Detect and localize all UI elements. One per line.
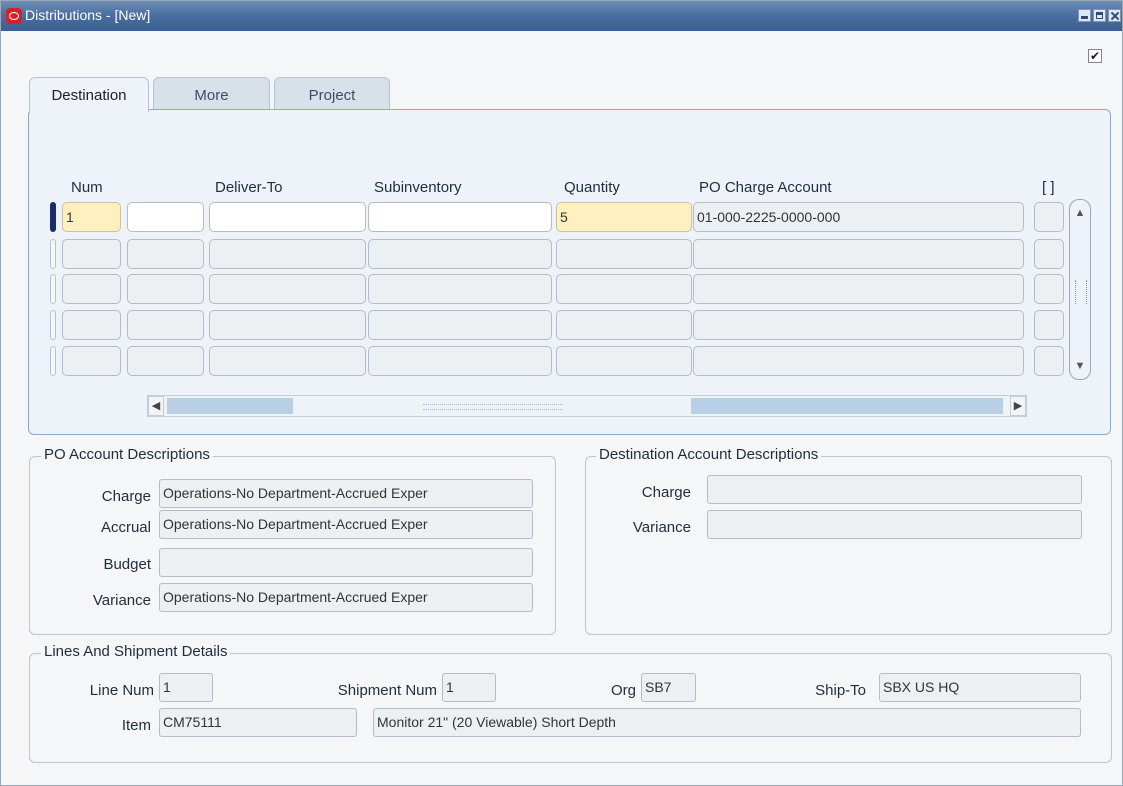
ship-to-field[interactable]: SBX US HQ — [879, 673, 1081, 702]
po-variance-description-field[interactable]: Operations-No Department-Accrued Exper — [159, 583, 533, 612]
column-header-quantity: Quantity — [564, 179, 620, 196]
maximize-icon[interactable] — [1093, 9, 1106, 22]
scroll-grip-icon[interactable] — [1075, 280, 1087, 304]
tab-more[interactable]: More — [153, 77, 270, 112]
table-cell-num[interactable] — [62, 346, 121, 376]
tab-destination[interactable]: Destination — [29, 77, 149, 112]
table-cell-po-charge-account[interactable] — [693, 274, 1024, 304]
column-header-extra: [ ] — [1042, 179, 1055, 196]
item-description-field[interactable]: Monitor 21" (20 Viewable) Short Depth — [373, 708, 1081, 737]
horizontal-scrollbar[interactable]: ◀ ▶ — [147, 395, 1027, 417]
table-cell-po-charge-account[interactable] — [693, 310, 1024, 340]
tab-project[interactable]: Project — [274, 77, 390, 112]
table-cell-quantity[interactable]: 5 — [556, 202, 692, 232]
org-field[interactable]: SB7 — [641, 673, 696, 702]
table-cell-subinventory[interactable] — [368, 274, 552, 304]
scroll-grip-horizontal-icon[interactable] — [423, 404, 563, 410]
distributions-window: Distributions - [New] ✔ Destination More… — [0, 0, 1123, 786]
table-cell-num[interactable]: 1 — [62, 202, 121, 232]
table-cell-quantity[interactable] — [556, 239, 692, 269]
po-charge-label: Charge — [101, 488, 151, 505]
close-icon[interactable] — [1108, 9, 1121, 22]
current-row-indicator[interactable] — [50, 202, 56, 232]
destination-variance-label: Variance — [632, 519, 691, 536]
window-title: Distributions - [New] — [25, 7, 151, 23]
row-indicator[interactable] — [50, 239, 56, 269]
po-accrual-description-field[interactable]: Operations-No Department-Accrued Exper — [159, 510, 533, 539]
table-cell-blank[interactable] — [127, 239, 204, 269]
line-num-label: Line Num — [89, 682, 154, 699]
po-accrual-label: Accrual — [100, 519, 151, 536]
scroll-up-icon[interactable]: ▲ — [1074, 207, 1086, 219]
table-cell-blank[interactable] — [127, 346, 204, 376]
top-checkbox[interactable]: ✔ — [1088, 49, 1102, 63]
po-variance-label: Variance — [92, 592, 151, 609]
lines-and-shipment-details-legend: Lines And Shipment Details — [41, 643, 231, 660]
po-budget-description-field[interactable] — [159, 548, 533, 577]
table-cell-extra[interactable] — [1034, 274, 1064, 304]
row-indicator[interactable] — [50, 274, 56, 304]
ship-to-label: Ship-To — [815, 682, 866, 699]
row-indicator[interactable] — [50, 310, 56, 340]
table-cell-deliver-to[interactable] — [209, 202, 366, 232]
po-account-descriptions-legend: PO Account Descriptions — [41, 446, 213, 463]
scroll-down-icon[interactable]: ▼ — [1074, 360, 1086, 372]
table-cell-blank[interactable] — [127, 202, 204, 232]
table-cell-extra[interactable] — [1034, 310, 1064, 340]
po-charge-description-field[interactable]: Operations-No Department-Accrued Exper — [159, 479, 533, 508]
table-cell-subinventory[interactable] — [368, 310, 552, 340]
minimize-icon[interactable] — [1078, 9, 1091, 22]
column-header-po-charge-account: PO Charge Account — [699, 179, 832, 196]
table-cell-subinventory[interactable] — [368, 346, 552, 376]
table-cell-po-charge-account[interactable] — [693, 239, 1024, 269]
table-cell-subinventory[interactable] — [368, 239, 552, 269]
table-cell-quantity[interactable] — [556, 346, 692, 376]
table-cell-num[interactable] — [62, 310, 121, 340]
table-cell-blank[interactable] — [127, 310, 204, 340]
scroll-thumb-left[interactable] — [167, 398, 293, 414]
table-cell-extra[interactable] — [1034, 239, 1064, 269]
destination-account-descriptions-legend: Destination Account Descriptions — [596, 446, 822, 463]
scroll-left-icon[interactable]: ◀ — [148, 396, 164, 416]
table-cell-blank[interactable] — [127, 274, 204, 304]
destination-variance-description-field[interactable] — [707, 510, 1082, 539]
table-cell-po-charge-account[interactable] — [693, 346, 1024, 376]
org-label: Org — [610, 682, 636, 699]
destination-charge-label: Charge — [641, 484, 691, 501]
table-cell-deliver-to[interactable] — [209, 274, 366, 304]
item-field[interactable]: CM75111 — [159, 708, 357, 737]
table-cell-num[interactable] — [62, 274, 121, 304]
table-cell-extra[interactable] — [1034, 346, 1064, 376]
oracle-logo-icon — [6, 8, 22, 24]
po-budget-label: Budget — [103, 556, 151, 573]
destination-tab-panel — [28, 109, 1111, 435]
table-cell-deliver-to[interactable] — [209, 346, 366, 376]
column-header-deliver-to: Deliver-To — [215, 179, 283, 196]
table-cell-num[interactable] — [62, 239, 121, 269]
shipment-num-field[interactable]: 1 — [442, 673, 496, 702]
table-cell-deliver-to[interactable] — [209, 239, 366, 269]
scroll-thumb-right[interactable] — [691, 398, 1003, 414]
scroll-right-icon[interactable]: ▶ — [1010, 396, 1026, 416]
column-header-num: Num — [71, 179, 103, 196]
table-cell-subinventory[interactable] — [368, 202, 552, 232]
column-header-subinventory: Subinventory — [374, 179, 462, 196]
line-num-field[interactable]: 1 — [159, 673, 213, 702]
item-label: Item — [121, 717, 151, 734]
row-indicator[interactable] — [50, 346, 56, 376]
table-cell-deliver-to[interactable] — [209, 310, 366, 340]
vertical-scrollbar[interactable]: ▲ ▼ — [1069, 199, 1091, 380]
shipment-num-label: Shipment Num — [337, 682, 437, 699]
table-cell-quantity[interactable] — [556, 310, 692, 340]
table-cell-extra[interactable] — [1034, 202, 1064, 232]
title-bar[interactable]: Distributions - [New] — [1, 1, 1122, 31]
table-cell-quantity[interactable] — [556, 274, 692, 304]
destination-charge-description-field[interactable] — [707, 475, 1082, 504]
table-cell-po-charge-account[interactable]: 01-000-2225-0000-000 — [693, 202, 1024, 232]
